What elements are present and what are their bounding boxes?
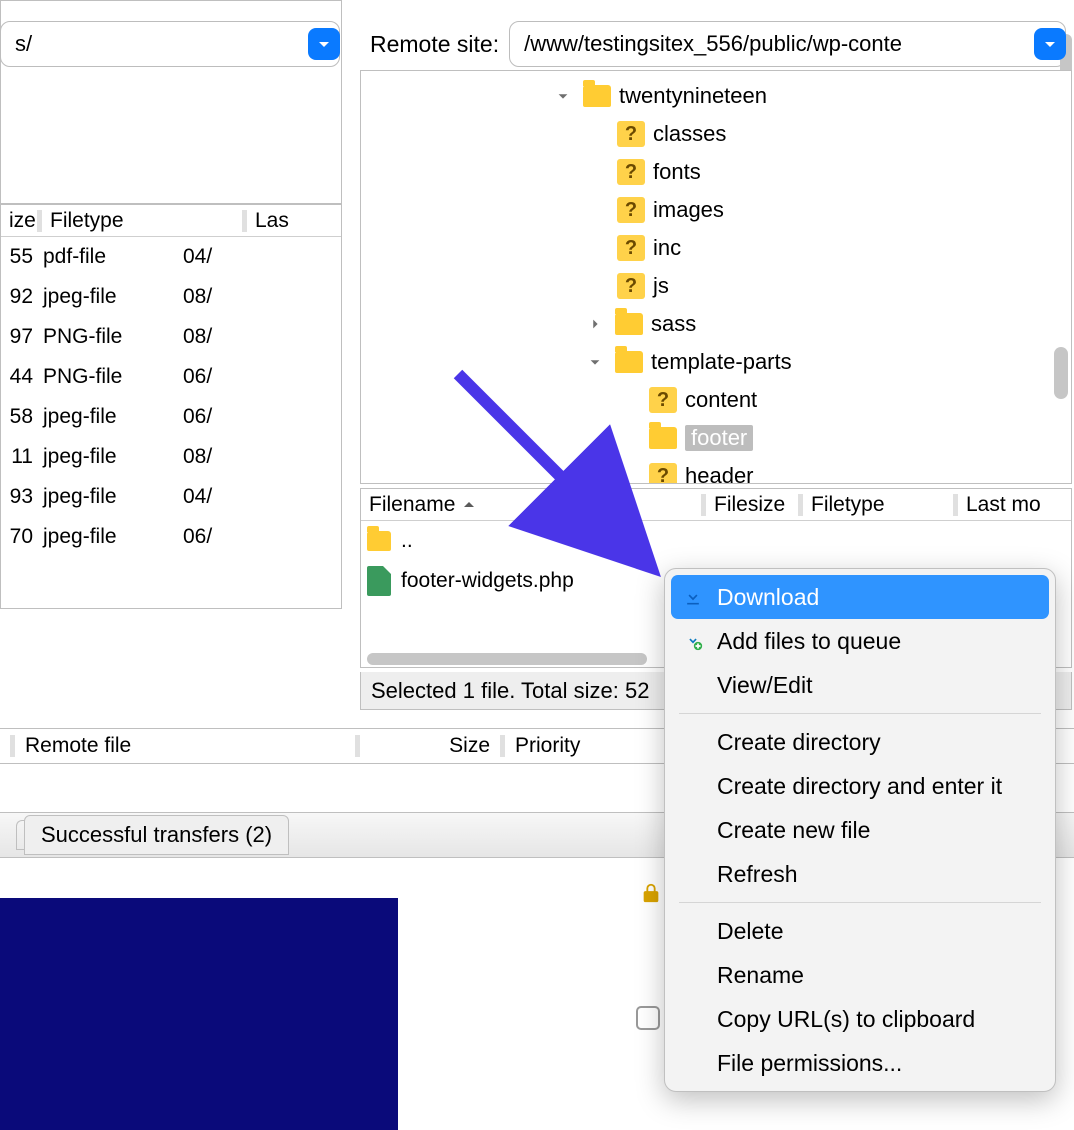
col-filename[interactable]: Filename (361, 493, 701, 517)
local-path-dropdown[interactable] (308, 28, 340, 60)
tree-item[interactable]: twentynineteen (619, 83, 767, 109)
col-lastmod[interactable]: Las (247, 209, 297, 233)
scrollbar-thumb[interactable] (367, 653, 647, 665)
menu-create-directory-enter[interactable]: Create directory and enter it (671, 764, 1049, 808)
tree-item[interactable]: inc (653, 235, 681, 261)
col-size[interactable]: Size (360, 734, 500, 758)
tree-item-selected[interactable]: footer (685, 425, 753, 451)
menu-download[interactable]: Download (671, 575, 1049, 619)
unknown-folder-icon: ? (649, 387, 677, 413)
menu-rename[interactable]: Rename (671, 953, 1049, 997)
scrollbar-thumb[interactable] (1054, 347, 1068, 399)
remote-columns-header: Filename Filesize Filetype Last mo (361, 489, 1071, 521)
folder-icon (583, 85, 611, 107)
col-filetype[interactable]: Filetype (42, 209, 242, 233)
chevron-down-icon[interactable] (551, 89, 575, 103)
sort-asc-icon (461, 497, 477, 513)
remote-site-label: Remote site: (370, 31, 499, 58)
local-columns-header: ize Filetype Las (1, 205, 341, 237)
remote-path-dropdown[interactable] (1034, 28, 1066, 60)
tree-item[interactable]: sass (651, 311, 696, 337)
table-row[interactable]: 11jpeg-file08/ (1, 437, 341, 477)
table-row[interactable]: 58jpeg-file06/ (1, 397, 341, 437)
download-icon (683, 586, 703, 608)
local-path-text: s/ (15, 31, 32, 57)
folder-open-icon (649, 427, 677, 449)
tree-item[interactable]: fonts (653, 159, 701, 185)
menu-create-directory[interactable]: Create directory (671, 720, 1049, 764)
menu-view-edit[interactable]: View/Edit (671, 663, 1049, 707)
unknown-folder-icon: ? (649, 463, 677, 484)
local-path-input[interactable]: s/ (0, 21, 340, 67)
col-size[interactable]: ize (1, 209, 37, 233)
table-row[interactable]: 93jpeg-file04/ (1, 477, 341, 517)
tree-item[interactable]: js (653, 273, 669, 299)
parent-dir-row[interactable]: .. (361, 521, 1071, 561)
folder-icon (615, 351, 643, 373)
background-region (0, 898, 398, 1130)
menu-copy-url[interactable]: Copy URL(s) to clipboard (671, 997, 1049, 1041)
menu-delete[interactable]: Delete (671, 909, 1049, 953)
menu-create-file[interactable]: Create new file (671, 808, 1049, 852)
table-row[interactable]: 97PNG-file08/ (1, 317, 341, 357)
menu-file-permissions[interactable]: File permissions... (671, 1041, 1049, 1085)
php-file-icon (367, 566, 391, 596)
col-filetype[interactable]: Filetype (803, 493, 953, 517)
tree-item[interactable]: content (685, 387, 757, 413)
unknown-folder-icon: ? (617, 273, 645, 299)
remote-path-text: /www/testingsitex_556/public/wp-conte (524, 31, 902, 57)
unknown-folder-icon: ? (617, 159, 645, 185)
menu-refresh[interactable]: Refresh (671, 852, 1049, 896)
col-remote-file[interactable]: Remote file (15, 734, 355, 758)
col-priority[interactable]: Priority (505, 734, 590, 758)
menu-separator (679, 713, 1041, 714)
folder-icon (367, 531, 391, 551)
menu-add-to-queue[interactable]: Add files to queue (671, 619, 1049, 663)
download-queue-icon (683, 630, 703, 652)
menu-separator (679, 902, 1041, 903)
lock-icon (636, 878, 666, 908)
checkbox[interactable] (636, 1006, 660, 1030)
chevron-right-icon[interactable] (583, 317, 607, 331)
tree-item[interactable]: classes (653, 121, 726, 147)
col-lastmod[interactable]: Last mo (958, 493, 1049, 517)
chevron-down-icon[interactable] (583, 355, 607, 369)
table-row[interactable]: 92jpeg-file08/ (1, 277, 341, 317)
folder-icon (615, 313, 643, 335)
col-filesize[interactable]: Filesize (706, 493, 798, 517)
table-row[interactable]: 70jpeg-file06/ (1, 517, 341, 557)
remote-tree-panel[interactable]: twentynineteen ? classes ? fonts ? image… (360, 70, 1072, 484)
unknown-folder-icon: ? (617, 121, 645, 147)
local-file-list[interactable]: ize Filetype Las 55pdf-file04/ 92jpeg-fi… (0, 204, 342, 609)
tree-item[interactable]: header (685, 463, 754, 484)
tree-item[interactable]: template-parts (651, 349, 792, 375)
table-row[interactable]: 55pdf-file04/ (1, 237, 341, 277)
unknown-folder-icon: ? (617, 197, 645, 223)
tab-successful-transfers[interactable]: Successful transfers (2) (24, 815, 289, 855)
remote-path-input[interactable]: /www/testingsitex_556/public/wp-conte (509, 21, 1066, 67)
tree-item[interactable]: images (653, 197, 724, 223)
context-menu: Download Add files to queue View/Edit Cr… (664, 568, 1056, 1092)
unknown-folder-icon: ? (617, 235, 645, 261)
table-row[interactable]: 44PNG-file06/ (1, 357, 341, 397)
